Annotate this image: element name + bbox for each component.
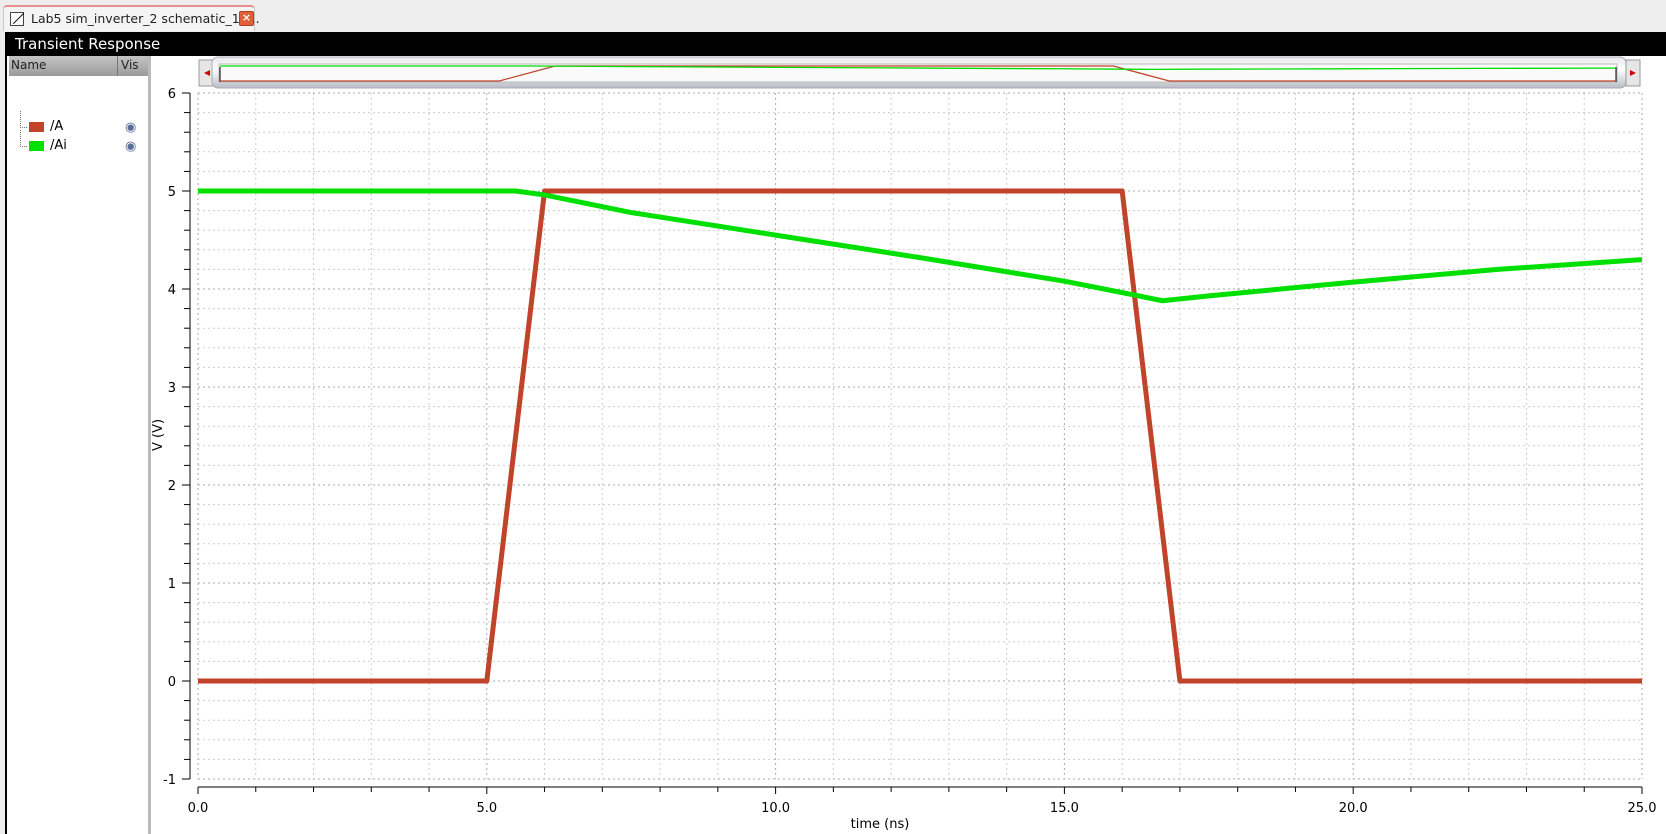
x-tick-label: 10.0 — [761, 801, 790, 816]
y-axis-label: V (V) — [151, 419, 166, 451]
x-tick-label: 20.0 — [1339, 801, 1368, 816]
y-tick-label: 0 — [168, 675, 176, 690]
y-tick-label: 2 — [168, 479, 176, 494]
y-tick-label: 4 — [168, 283, 176, 298]
y-tick-label: 5 — [168, 185, 176, 200]
y-tick-label: 3 — [168, 381, 176, 396]
x-tick-label: 5.0 — [476, 801, 497, 816]
y-tick-label: -1 — [163, 773, 176, 788]
y-tick-label: 6 — [168, 87, 176, 102]
y-tick-label: 1 — [168, 577, 176, 592]
series-line-A[interactable] — [198, 188, 1642, 684]
x-tick-label: 0.0 — [188, 801, 209, 816]
x-tick-label: 25.0 — [1628, 801, 1657, 816]
x-tick-label: 15.0 — [1050, 801, 1079, 816]
x-axis-label: time (ns) — [851, 817, 910, 832]
chart: 0.0 5.0 10.0 15.0 20.0 25.0 -1 0 1 2 3 4 5 6 time (ns… — [151, 56, 1657, 832]
overview-scrollbar[interactable] — [198, 56, 1641, 89]
series-line-Ai[interactable] — [198, 188, 1643, 304]
